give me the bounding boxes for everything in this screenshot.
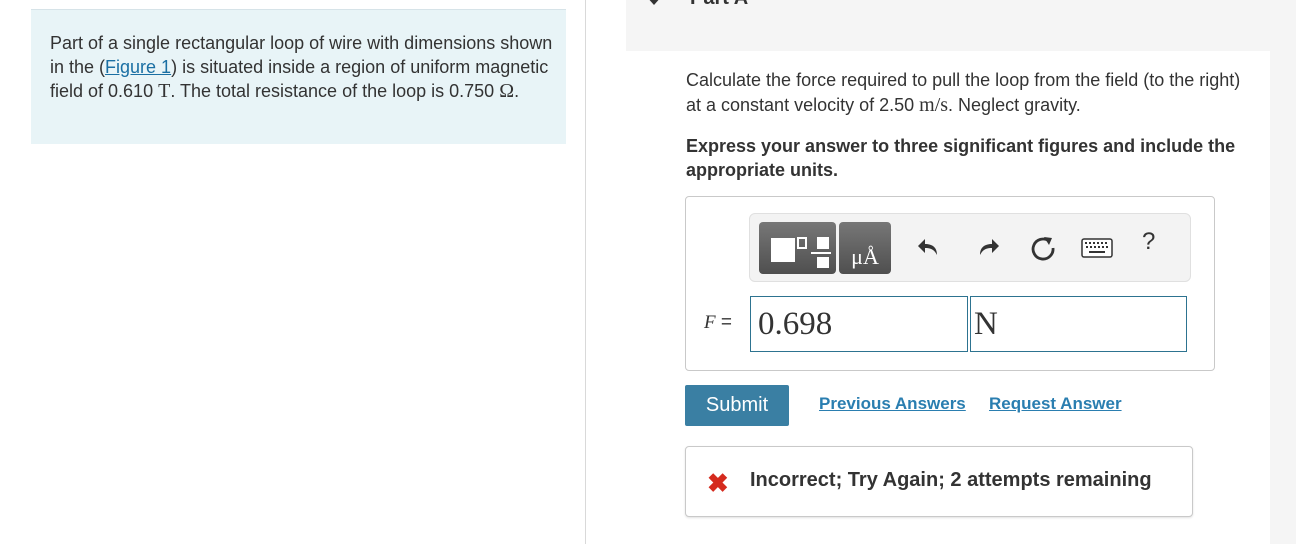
problem-statement-panel: Part of a single rectangular loop of wir… — [31, 9, 566, 144]
redo-icon[interactable] — [975, 234, 1001, 260]
keyboard-icon[interactable] — [1081, 238, 1113, 258]
problem-text-part: . The total resistance of the loop is 0.… — [170, 81, 500, 101]
fraction-template-icon[interactable] — [759, 222, 836, 274]
undo-icon[interactable] — [916, 234, 942, 260]
incorrect-x-icon: ✖ — [707, 468, 729, 498]
reset-icon[interactable] — [1029, 234, 1057, 262]
scrollbar-track[interactable] — [1270, 0, 1296, 544]
question-text-part: . Neglect gravity. — [948, 95, 1081, 115]
velocity-unit: m/s — [919, 94, 949, 116]
resistance-unit: Ω — [499, 80, 515, 102]
question-text: Calculate the force required to pull the… — [686, 68, 1256, 118]
units-label: μÅ — [851, 244, 879, 269]
feedback-message: Incorrect; Try Again; 2 attempts remaini… — [750, 469, 1152, 491]
units-button[interactable]: μÅ — [839, 222, 891, 274]
feedback-box: ✖ Incorrect; Try Again; 2 attempts remai… — [685, 446, 1193, 517]
math-toolbar: μÅ ? — [749, 213, 1191, 282]
answer-variable-label: F = — [704, 312, 732, 334]
column-divider — [585, 0, 586, 544]
submit-button[interactable]: Submit — [685, 385, 789, 426]
answer-value-input[interactable]: 0.698 — [750, 296, 968, 352]
part-header[interactable]: Part A — [626, 0, 1270, 51]
help-button[interactable]: ? — [1142, 228, 1155, 256]
part-title: Part A — [690, 0, 748, 10]
problem-text: Part of a single rectangular loop of wir… — [50, 31, 555, 103]
request-answer-link[interactable]: Request Answer — [989, 394, 1122, 414]
answer-unit-input[interactable]: N — [970, 296, 1187, 352]
field-unit: T — [158, 80, 171, 102]
collapse-caret-icon[interactable] — [646, 0, 662, 5]
answer-instruction: Express your answer to three significant… — [686, 136, 1236, 180]
figure-link[interactable]: Figure 1 — [105, 57, 171, 77]
previous-answers-link[interactable]: Previous Answers — [819, 394, 966, 414]
equals-sign: = — [720, 312, 732, 333]
variable-symbol: F — [704, 312, 716, 333]
problem-text-part: . — [514, 81, 520, 101]
